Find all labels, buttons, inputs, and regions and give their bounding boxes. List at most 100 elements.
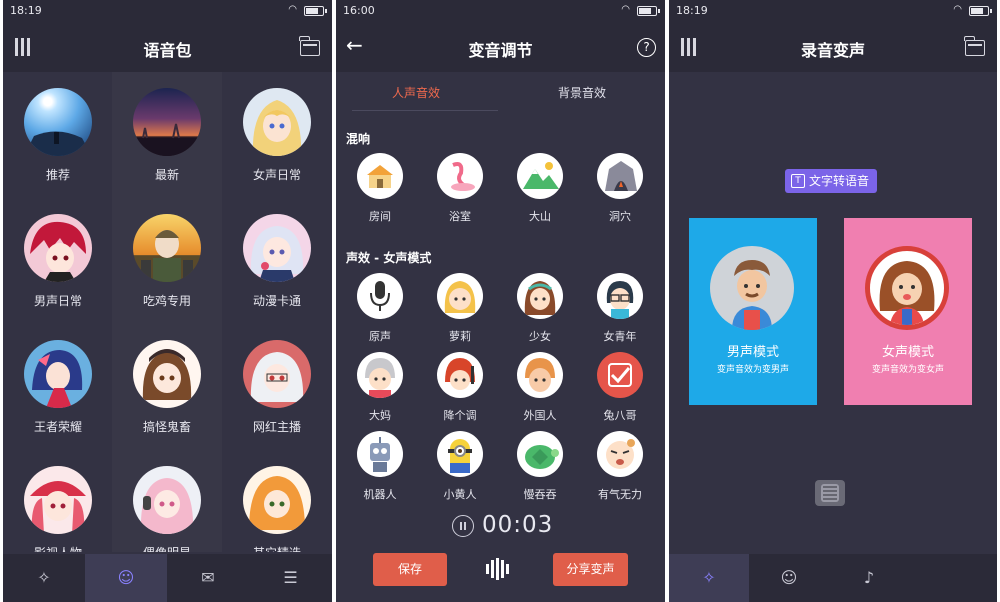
- category-item[interactable]: 动漫卡通: [222, 198, 332, 324]
- playback-timer: 00:03: [482, 512, 554, 538]
- reverb-label: 浴室: [449, 210, 471, 223]
- category-label: 最新: [154, 168, 179, 182]
- section-title-reverb: 混响: [346, 132, 371, 146]
- category-item[interactable]: 搞怪鬼畜: [112, 324, 222, 450]
- text-to-speech-button[interactable]: T 文字转语音: [785, 169, 877, 193]
- voice-item[interactable]: 慢吞吞: [500, 431, 580, 509]
- foreigner-face-icon: [517, 352, 563, 398]
- reverb-item[interactable]: 房间: [340, 153, 420, 231]
- voice-item[interactable]: 女青年: [580, 273, 660, 351]
- category-item[interactable]: 其它精选: [222, 450, 332, 552]
- record-microphone-icon[interactable]: [813, 476, 847, 510]
- male-mode-title: 男声模式: [726, 345, 779, 360]
- voice-item[interactable]: 机器人: [340, 431, 420, 509]
- red-hat-girl-avatar-icon: [24, 466, 92, 534]
- voice-item[interactable]: 萝莉: [420, 273, 500, 351]
- category-item[interactable]: 影视人物: [3, 450, 113, 552]
- pink-hair-girl-avatar-icon: [133, 466, 201, 534]
- sunset-city-avatar-icon: [133, 88, 201, 156]
- page-title: 录音变声: [800, 41, 865, 60]
- message-icon: ✉: [201, 568, 215, 587]
- voice-pack-icon: ☺: [117, 568, 135, 587]
- settings-sliders-icon: ☰: [283, 568, 298, 587]
- page-title: 变音调节: [468, 41, 533, 60]
- voice-item[interactable]: 少女: [500, 273, 580, 351]
- voice-label: 少女: [529, 330, 551, 343]
- tab-messages[interactable]: ✉: [167, 554, 249, 602]
- voice-item[interactable]: 原声: [340, 273, 420, 351]
- category-label: 网红主播: [252, 420, 301, 434]
- waveform-icon: [486, 558, 512, 580]
- tab-background-effects[interactable]: 背景音效: [558, 84, 606, 101]
- white-hair-girl-avatar-icon: [243, 340, 311, 408]
- loli-face-icon: [437, 273, 483, 319]
- voice-label: 外国人: [523, 409, 557, 422]
- female-mode-title: 女声模式: [881, 345, 934, 360]
- voice-label: 原声: [369, 330, 391, 343]
- category-label: 王者荣耀: [33, 420, 82, 434]
- folder-icon[interactable]: [299, 36, 320, 56]
- voice-item[interactable]: 兔八哥: [580, 352, 660, 430]
- category-item[interactable]: 最新: [112, 72, 222, 198]
- category-item[interactable]: 网红主播: [222, 324, 332, 450]
- top-bar: 录音变声: [669, 24, 997, 72]
- tab-effects[interactable]: ✧: [669, 554, 749, 602]
- category-item[interactable]: 吃鸡专用: [112, 198, 222, 324]
- voice-item[interactable]: 大妈: [340, 352, 420, 430]
- reverb-item[interactable]: 浴室: [420, 153, 500, 231]
- category-label: 影视人物: [3, 544, 113, 552]
- male-avatar-icon: [710, 246, 794, 330]
- reverb-item[interactable]: 洞穴: [580, 153, 660, 231]
- voice-label: 慢吞吞: [523, 488, 557, 501]
- category-label: 其它精选: [222, 544, 332, 552]
- tab-vocal-effects[interactable]: 人声音效: [392, 84, 440, 101]
- voice-label: 降个调: [443, 409, 477, 422]
- voice-item[interactable]: 降个调: [420, 352, 500, 430]
- category-item[interactable]: 偶像明星: [112, 450, 222, 552]
- anime-sky-avatar-icon: [24, 88, 92, 156]
- category-item[interactable]: 男声日常: [3, 198, 113, 324]
- voice-item[interactable]: 有气无力: [580, 431, 660, 509]
- category-item[interactable]: 王者荣耀: [3, 324, 113, 450]
- tab-effects[interactable]: ✧: [3, 554, 85, 602]
- help-icon[interactable]: ?: [637, 38, 656, 57]
- status-time: 18:19: [10, 4, 42, 17]
- reverb-item[interactable]: 大山: [500, 153, 580, 231]
- male-mode-card[interactable]: 男声模式 变声音效为变男声: [689, 218, 817, 405]
- mountain-icon: [517, 153, 563, 199]
- robot-icon: [357, 431, 403, 477]
- share-button[interactable]: 分享变声: [553, 553, 628, 586]
- turtle-icon: [517, 431, 563, 477]
- text-icon: T: [791, 174, 805, 188]
- tab-voice-pack[interactable]: ☺: [85, 554, 167, 602]
- save-button[interactable]: 保存: [373, 553, 447, 586]
- tab-voice-pack[interactable]: ☺: [749, 554, 829, 602]
- status-bar: 16:00 ◠: [336, 0, 665, 24]
- female-mode-card[interactable]: 女声模式 变声音效为变女声: [844, 218, 972, 405]
- category-label: 动漫卡通: [252, 294, 301, 308]
- flamingo-float-icon: [437, 153, 483, 199]
- brown-hair-girl-avatar-icon: [133, 340, 201, 408]
- section-title-voice: 声效 - 女声模式: [346, 251, 432, 265]
- voice-label: 萝莉: [449, 330, 471, 343]
- top-bar: ← 变音调节 ?: [336, 24, 665, 72]
- pause-icon[interactable]: [452, 515, 474, 537]
- category-item[interactable]: 女声日常: [222, 72, 332, 198]
- folder-icon[interactable]: [964, 36, 985, 56]
- voice-label: 女青年: [603, 330, 637, 343]
- tab-music[interactable]: ♪: [829, 554, 909, 602]
- young-woman-face-icon: [597, 273, 643, 319]
- wifi-icon: ◠: [621, 4, 630, 15]
- effect-tabs: 人声音效 背景音效: [336, 72, 665, 112]
- voice-item[interactable]: 小黄人: [420, 431, 500, 509]
- tab-settings[interactable]: ☰: [249, 554, 332, 602]
- hero-avatar-icon: [24, 340, 92, 408]
- record-voice-screen: 18:19 ◠ 录音变声 T 文字转语音 男声模式 变声音效为变男声 女声模式 …: [669, 0, 997, 602]
- category-item[interactable]: 推荐: [3, 72, 113, 198]
- category-label: 偶像明星: [112, 544, 222, 552]
- magic-wand-icon: ✧: [37, 568, 51, 587]
- voice-item[interactable]: 外国人: [500, 352, 580, 430]
- page-title: 语音包: [143, 41, 192, 60]
- red-hair-boy-avatar-icon: [24, 214, 92, 282]
- girl-face-icon: [517, 273, 563, 319]
